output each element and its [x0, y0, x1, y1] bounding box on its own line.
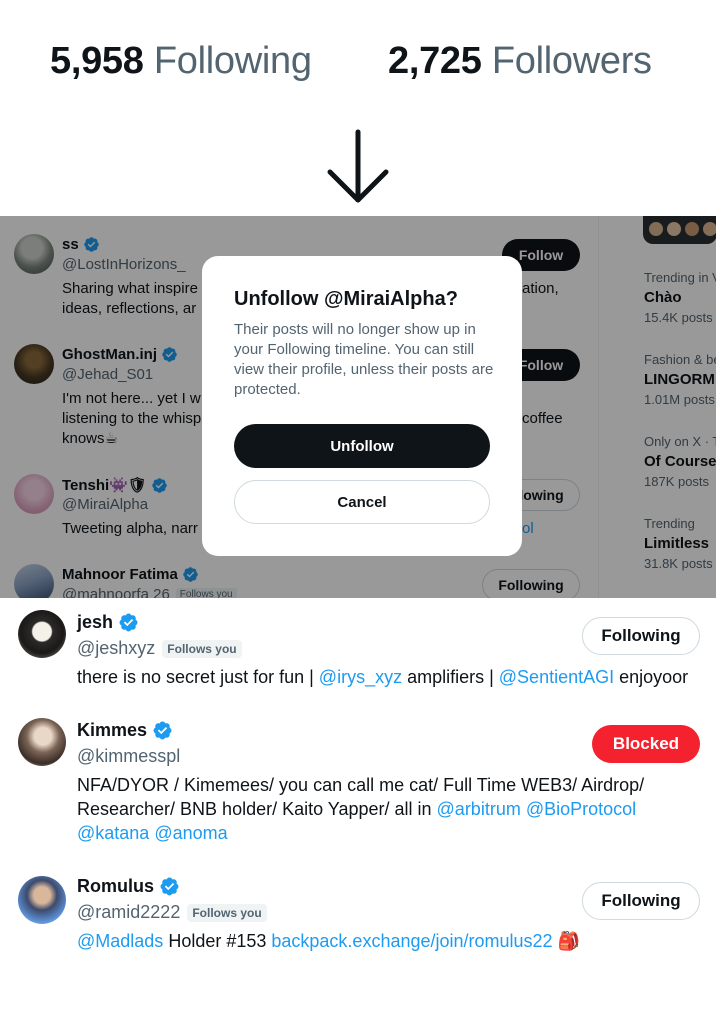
follows-you-badge: Follows you — [162, 639, 242, 658]
bio-text: 🎒 — [552, 931, 580, 951]
user-bio: NFA/DYOR / Kimemees/ you can call me cat… — [77, 773, 707, 845]
arrow-down-icon — [327, 129, 389, 203]
avatar[interactable] — [18, 876, 66, 924]
followers-stat[interactable]: 2,725 Followers — [388, 40, 652, 83]
bio-text: Holder #153 — [163, 931, 272, 951]
user-handle: @ramid2222 — [77, 902, 181, 922]
following-count: 5,958 — [50, 40, 144, 82]
followers-count: 2,725 — [388, 40, 482, 82]
follows-you-badge: Follows you — [187, 903, 267, 922]
bio-mention-link[interactable]: @anoma — [154, 823, 227, 843]
verified-badge-icon — [152, 720, 173, 741]
dialog-title: Unfollow @MiraiAlpha? — [234, 288, 458, 310]
following-button[interactable]: Following — [582, 617, 700, 655]
verified-badge-icon — [159, 876, 180, 897]
user-name: Kimmes — [77, 720, 148, 740]
bio-mention-link[interactable]: @Madlads — [77, 931, 163, 951]
bio-mention-link[interactable]: @arbitrum — [437, 799, 521, 819]
cancel-button[interactable]: Cancel — [234, 480, 490, 524]
followers-label: Followers — [491, 40, 652, 82]
bio-text: amplifiers | — [402, 667, 499, 687]
bio-text: there is no secret just for fun | — [77, 667, 319, 687]
bio-mention-link[interactable]: @SentientAGI — [499, 667, 614, 687]
unfollow-confirm-button[interactable]: Unfollow — [234, 424, 490, 468]
bio-mention-link[interactable]: @katana — [77, 823, 149, 843]
user-bio: there is no secret just for fun | @irys_… — [77, 665, 707, 689]
user-bio: @Madlads Holder #153 backpack.exchange/j… — [77, 929, 707, 953]
following-stat[interactable]: 5,958 Following — [50, 40, 312, 83]
unfollow-dialog: Unfollow @MiraiAlpha? Their posts will n… — [202, 256, 522, 556]
dialog-message: Their posts will no longer show up in yo… — [234, 321, 494, 398]
bio-mention-link[interactable]: @BioProtocol — [526, 799, 636, 819]
avatar[interactable] — [18, 610, 66, 658]
user-name: jesh — [77, 612, 114, 632]
following-button[interactable]: Following — [582, 882, 700, 920]
following-page-screenshot: ss @LostInHorizons_ Sharing what inspire… — [0, 216, 716, 598]
blocked-button[interactable]: Blocked — [592, 725, 700, 763]
profile-stats: 5,958 Following 2,725 Followers — [50, 40, 690, 96]
user-handle: @kimmesspl — [77, 746, 181, 766]
following-label: Following — [153, 40, 312, 82]
bio-text: enjoyoor — [614, 667, 689, 687]
bio-mention-link[interactable]: @irys_xyz — [319, 667, 402, 687]
user-handle: @jeshxyz — [77, 638, 156, 658]
verified-badge-icon — [118, 612, 139, 633]
bio-url-link[interactable]: backpack.exchange/join/romulus22 — [271, 931, 552, 951]
user-name: Romulus — [77, 876, 155, 896]
avatar[interactable] — [18, 718, 66, 766]
